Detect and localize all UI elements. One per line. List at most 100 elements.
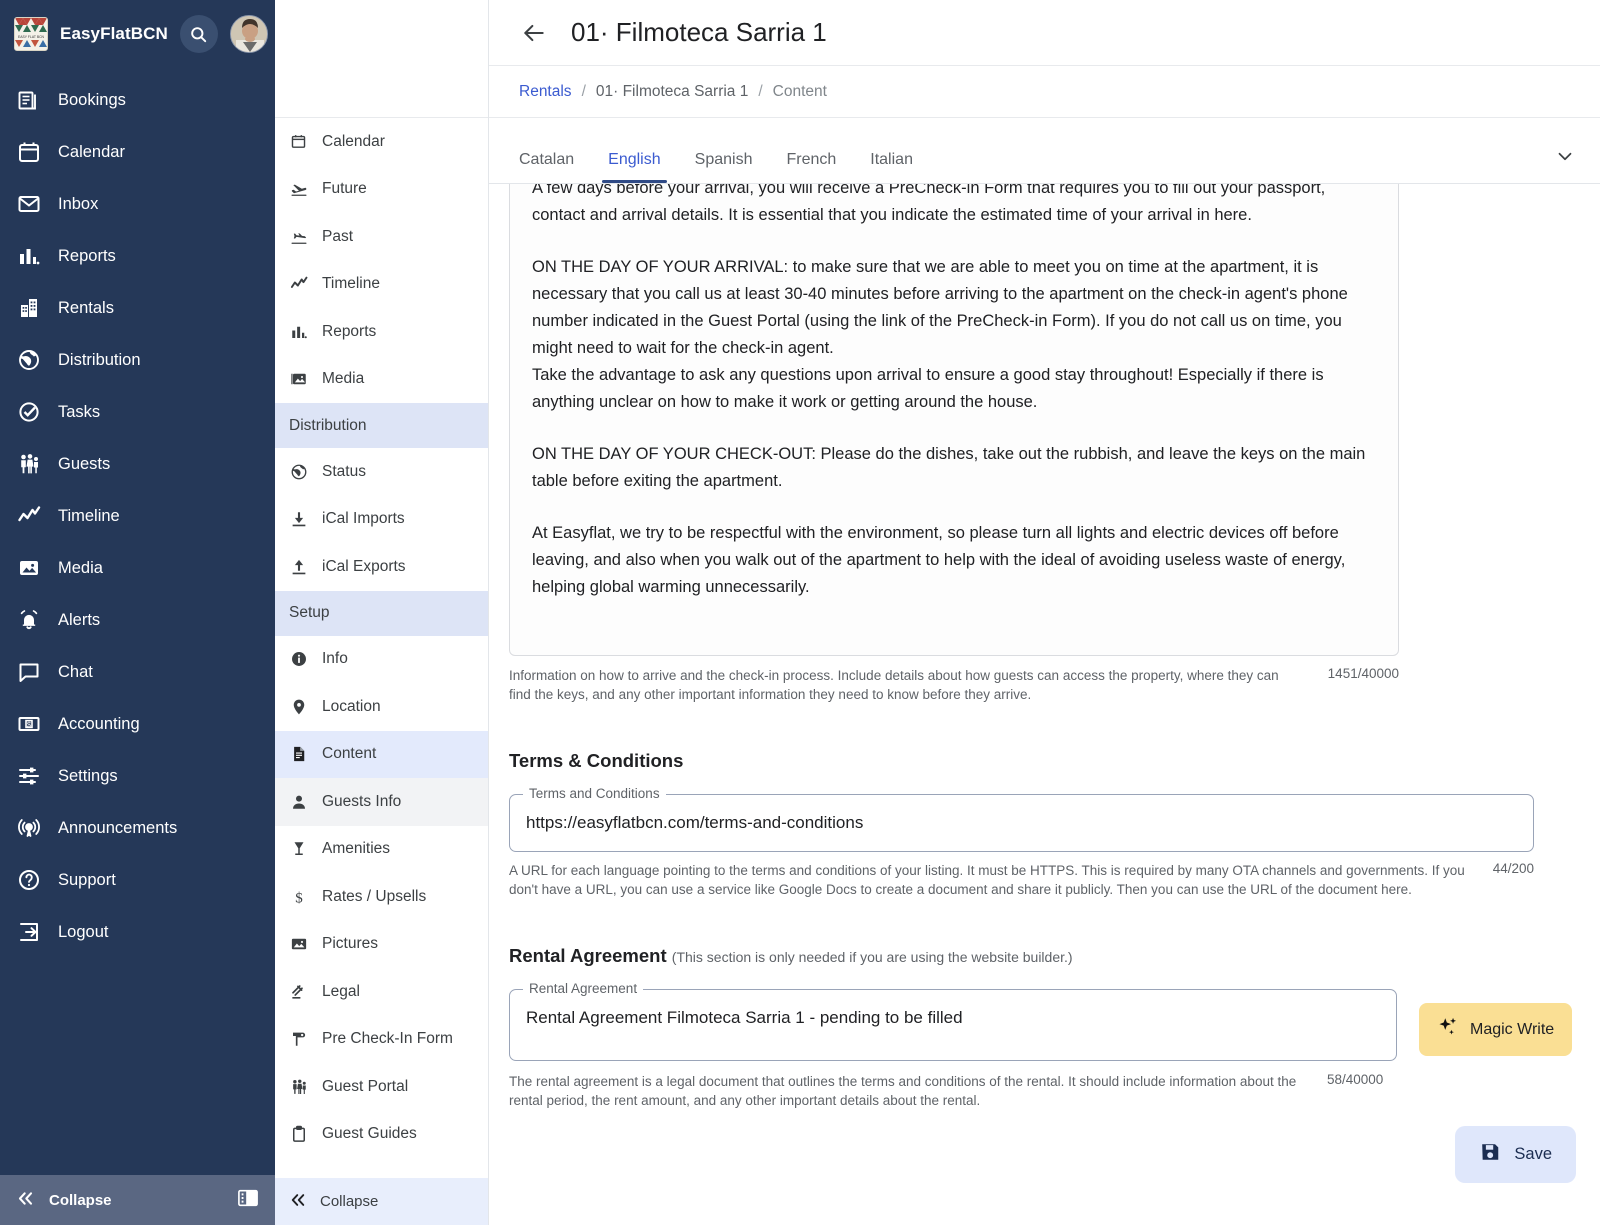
rental-agreement-value[interactable]: Rental Agreement Filmoteca Sarria 1 - pe… xyxy=(510,990,1396,1060)
tab-catalan[interactable]: Catalan xyxy=(503,151,590,183)
sidebar-item-label: Logout xyxy=(58,922,109,941)
sidebar-item-reports[interactable]: Reports xyxy=(0,230,275,282)
sidebar-item-label: Chat xyxy=(58,662,93,681)
tab-spanish[interactable]: Spanish xyxy=(679,151,769,183)
sidebar-item-logout[interactable]: Logout xyxy=(0,906,275,958)
subnav-collapse-label: Collapse xyxy=(320,1193,379,1210)
sidebar-item-rentals[interactable]: Rentals xyxy=(0,282,275,334)
subnav-item-guest-guides[interactable]: Guest Guides xyxy=(275,1111,488,1159)
back-arrow-icon[interactable] xyxy=(519,18,549,48)
plane-departure-icon xyxy=(289,227,308,246)
sidebar-item-timeline[interactable]: Timeline xyxy=(0,490,275,542)
sidebar-item-distribution[interactable]: Distribution xyxy=(0,334,275,386)
chevron-down-icon[interactable] xyxy=(1548,139,1582,173)
subnav-item-ical-exports[interactable]: iCal Exports xyxy=(275,543,488,591)
rentals-icon xyxy=(16,295,42,321)
subnav-item-label: Rates / Upsells xyxy=(322,887,427,905)
subnav-item-label: Timeline xyxy=(322,275,380,293)
subnav-item-location[interactable]: Location xyxy=(275,683,488,731)
arrival-char-counter: 1451/40000 xyxy=(1327,666,1399,681)
pin-icon xyxy=(289,697,308,716)
sidebar-item-announcements[interactable]: Announcements xyxy=(0,802,275,854)
magic-write-button[interactable]: Magic Write xyxy=(1419,1003,1573,1056)
sidebar-item-support[interactable]: Support xyxy=(0,854,275,906)
subnav-item-label: iCal Imports xyxy=(322,510,405,528)
tab-italian[interactable]: Italian xyxy=(854,151,929,183)
glass-icon xyxy=(289,840,308,859)
subnav-item-pre-check-in-form[interactable]: Pre Check-In Form xyxy=(275,1016,488,1064)
subnav-item-legal[interactable]: Legal xyxy=(275,968,488,1016)
arrival-instructions-textarea[interactable]: A few days before your arrival, you will… xyxy=(509,184,1399,656)
rental-agreement-legend: Rental Agreement xyxy=(523,981,644,996)
search-icon[interactable] xyxy=(179,15,218,53)
subnav-item-future[interactable]: Future xyxy=(275,166,488,214)
subnav-item-label: iCal Exports xyxy=(322,557,406,575)
sidebar-item-tasks[interactable]: Tasks xyxy=(0,386,275,438)
subnav-item-content[interactable]: Content xyxy=(275,730,488,778)
sidebar-item-media[interactable]: Media xyxy=(0,542,275,594)
arrival-helper-text: Information on how to arrive and the che… xyxy=(509,668,1279,702)
subnav-item-rates-upsells[interactable]: $ Rates / Upsells xyxy=(275,873,488,921)
rental-agreement-field[interactable]: Rental Agreement Rental Agreement Filmot… xyxy=(509,981,1397,1061)
subnav-top-spacer xyxy=(275,0,488,118)
sidebar-item-guests[interactable]: Guests xyxy=(0,438,275,490)
subnav-item-ical-imports[interactable]: iCal Imports xyxy=(275,496,488,544)
brand-name: EasyFlatBCN xyxy=(60,24,168,43)
subnav-item-label: Guests Info xyxy=(322,792,402,810)
subnav-item-status[interactable]: Status xyxy=(275,448,488,496)
sidebar-item-bookings[interactable]: Bookings xyxy=(0,74,275,126)
subnav-item-pictures[interactable]: Pictures xyxy=(275,921,488,969)
subnav-item-past[interactable]: Past xyxy=(275,213,488,261)
avatar[interactable] xyxy=(229,15,268,53)
app-root: EASY FLAT BCN EasyFlatBCN Bookings Calen… xyxy=(0,0,1600,1225)
subnav-item-media[interactable]: Media xyxy=(275,356,488,404)
panel-toggle-icon[interactable] xyxy=(237,1188,259,1213)
terms-section-title: Terms & Conditions xyxy=(509,750,1574,772)
terms-and-conditions-field[interactable]: Terms and Conditions https://easyflatbcn… xyxy=(509,786,1534,852)
subnav-item-label: Past xyxy=(322,227,354,245)
sidebar-item-calendar[interactable]: Calendar xyxy=(0,126,275,178)
sidebar-item-chat[interactable]: Chat xyxy=(0,646,275,698)
terms-field-value[interactable]: https://easyflatbcn.com/terms-and-condit… xyxy=(510,795,1533,851)
document-icon xyxy=(289,745,308,764)
subnav-item-guests-info[interactable]: Guests Info xyxy=(275,778,488,826)
sidebar-item-inbox[interactable]: Inbox xyxy=(0,178,275,230)
picture-icon xyxy=(289,935,308,954)
rental-agreement-row: Rental Agreement Rental Agreement Filmot… xyxy=(509,967,1574,1061)
save-button[interactable]: Save xyxy=(1455,1126,1576,1183)
save-label: Save xyxy=(1514,1145,1552,1163)
sidebar-item-alerts[interactable]: Alerts xyxy=(0,594,275,646)
subnav-list: Calendar Future Past Timeline Reports Me… xyxy=(275,118,488,1178)
subnav-item-reports[interactable]: Reports xyxy=(275,308,488,356)
rental-agreement-title-text: Rental Agreement xyxy=(509,945,667,966)
sidebar-item-label: Announcements xyxy=(58,818,178,837)
breadcrumb-property[interactable]: 01· Filmoteca Sarria 1 xyxy=(596,83,748,101)
form-scroll-area[interactable]: A few days before your arrival, you will… xyxy=(489,184,1600,1225)
bookings-icon xyxy=(16,87,42,113)
subnav-item-timeline[interactable]: Timeline xyxy=(275,261,488,309)
sidebar-item-accounting[interactable]: $ Accounting xyxy=(0,698,275,750)
subnav-item-label: Media xyxy=(322,370,365,388)
magic-write-label: Magic Write xyxy=(1470,1020,1555,1038)
subnav-collapse-button[interactable]: Collapse xyxy=(275,1178,488,1225)
rental-agreement-helper-text: The rental agreement is a legal document… xyxy=(509,1074,1297,1108)
app-logo: EASY FLAT BCN xyxy=(14,17,48,51)
subnav-item-calendar[interactable]: Calendar xyxy=(275,118,488,166)
sidebar-collapse-button[interactable]: Collapse xyxy=(0,1175,275,1225)
sparkle-icon xyxy=(1437,1016,1459,1043)
sidebar-item-label: Support xyxy=(58,870,116,889)
reports-icon xyxy=(289,322,308,341)
sidebar-item-label: Alerts xyxy=(58,610,101,629)
sidebar-item-settings[interactable]: Settings xyxy=(0,750,275,802)
breadcrumb-rentals[interactable]: Rentals xyxy=(519,83,572,101)
tab-french[interactable]: French xyxy=(770,151,852,183)
subnav-item-guest-portal[interactable]: Guest Portal xyxy=(275,1063,488,1111)
support-icon xyxy=(16,867,42,893)
arrival-paragraph-4: At Easyflat, we try to be respectful wit… xyxy=(532,524,1346,596)
sidebar-item-label: Calendar xyxy=(58,142,125,161)
subnav-header-setup: Setup xyxy=(275,590,488,636)
subnav-item-info[interactable]: Info xyxy=(275,636,488,684)
tab-english[interactable]: English xyxy=(592,151,676,183)
subnav-header-label: Distribution xyxy=(289,416,367,434)
subnav-item-amenities[interactable]: Amenities xyxy=(275,826,488,874)
